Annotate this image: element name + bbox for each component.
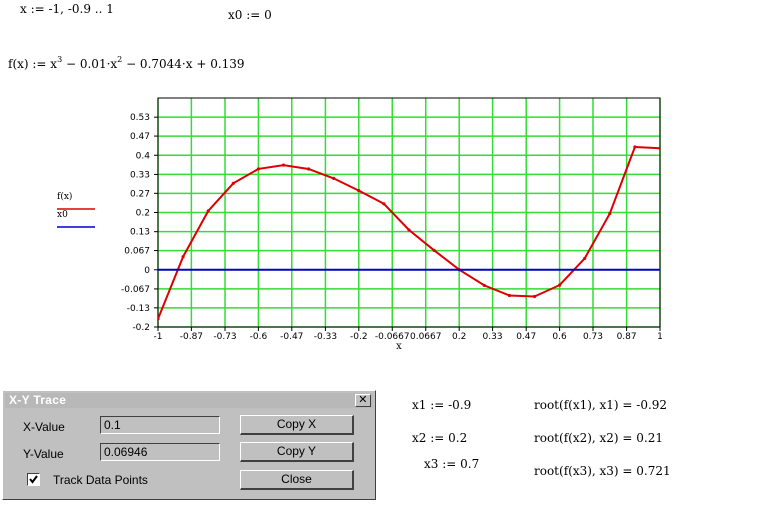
x-tick-label: 0.73: [583, 332, 603, 342]
legend-label: f(x): [57, 191, 72, 202]
copy-y-button[interactable]: Copy Y: [240, 442, 354, 462]
y-tick-label: -0.067: [121, 285, 150, 295]
root-result-3: root(f(x3), x3) = 0.721: [534, 464, 671, 478]
data-point: [507, 293, 511, 298]
data-point: [482, 283, 486, 288]
data-point: [307, 167, 311, 171]
data-point: [532, 294, 537, 299]
x-value-label: X-Value: [23, 420, 65, 434]
data-point: [181, 255, 185, 259]
data-point: [608, 211, 612, 216]
data-point: [583, 256, 587, 261]
y-tick-label: 0: [144, 266, 150, 276]
x-tick-label: 0.2: [452, 332, 466, 342]
data-point: [407, 228, 411, 232]
x-tick-label: 0.87: [617, 332, 637, 342]
x-tick-label: -0.47: [280, 332, 303, 342]
guess-x2: x2 := 0.2: [412, 431, 468, 445]
dialog-title: X-Y Trace: [9, 393, 67, 407]
checkmark-icon: [29, 475, 38, 484]
data-point: [558, 283, 562, 287]
y-tick-label: 0.067: [124, 247, 150, 257]
y-tick-label: 0.33: [130, 170, 150, 180]
y-tick-label: 0.4: [136, 151, 151, 161]
y-tick-label: 0.27: [130, 189, 150, 199]
y-tick-label: 0.13: [130, 228, 150, 238]
data-point: [256, 167, 260, 171]
guess-x1: x1 := -0.9: [412, 398, 472, 412]
dialog-title-bar[interactable]: X-Y Trace ✕: [5, 393, 373, 408]
x-tick-label: -1: [154, 332, 163, 342]
copy-x-button[interactable]: Copy X: [240, 415, 354, 435]
data-point: [432, 248, 436, 252]
x-tick-label: -0.0667: [375, 332, 410, 342]
y-tick-label: -0.2: [132, 323, 150, 333]
legend-label: x0: [57, 210, 68, 220]
x-tick-label: -0.6: [250, 332, 268, 342]
y-tick-label: 0.2: [136, 209, 150, 219]
x-tick-label: 0.6: [552, 332, 567, 342]
x-tick-label: 0.33: [483, 332, 503, 342]
track-data-points-label: Track Data Points: [53, 473, 148, 487]
x-tick-label: 0.47: [516, 332, 536, 342]
x-axis-label: x: [396, 341, 402, 352]
x-tick-label: -0.73: [213, 332, 236, 342]
y-tick-label: 0.47: [130, 132, 150, 142]
data-point: [658, 146, 660, 150]
data-point: [281, 163, 286, 167]
x-tick-label: -0.87: [180, 332, 203, 342]
x-tick-label: 0.0667: [410, 332, 442, 342]
x-tick-label: -0.33: [314, 332, 337, 342]
data-point: [357, 188, 361, 193]
x-tick-label: 1: [657, 332, 663, 342]
data-point: [231, 181, 235, 185]
root-result-2: root(f(x2), x2) = 0.21: [534, 431, 664, 445]
guess-x3: x3 := 0.7: [424, 457, 480, 471]
dialog-close-icon[interactable]: ✕: [355, 394, 371, 407]
y-tick-label: -0.13: [127, 304, 150, 314]
root-result-1: root(f(x1), x1) = -0.92: [534, 398, 668, 412]
xy-trace-dialog: X-Y Trace ✕ X-Value 0.1 Copy X Y-Value 0…: [2, 390, 376, 500]
x-value-field[interactable]: 0.1: [100, 416, 220, 434]
data-point: [206, 209, 210, 213]
data-point: [332, 176, 336, 180]
y-value-label: Y-Value: [23, 447, 64, 461]
x-tick-label: -0.2: [350, 332, 368, 342]
y-tick-label: 0.53: [130, 113, 150, 123]
track-data-points-checkbox[interactable]: [27, 473, 40, 486]
data-point: [382, 202, 386, 206]
data-point: [158, 317, 160, 321]
data-point: [633, 145, 637, 149]
close-button[interactable]: Close: [240, 470, 354, 490]
xy-plot[interactable]: 0.53 0.47 0.4 0.33 0.27 0.2 0.13 0.067 0 -0.067 -0…: [0, 0, 782, 380]
y-value-field[interactable]: 0.06946: [100, 443, 220, 461]
